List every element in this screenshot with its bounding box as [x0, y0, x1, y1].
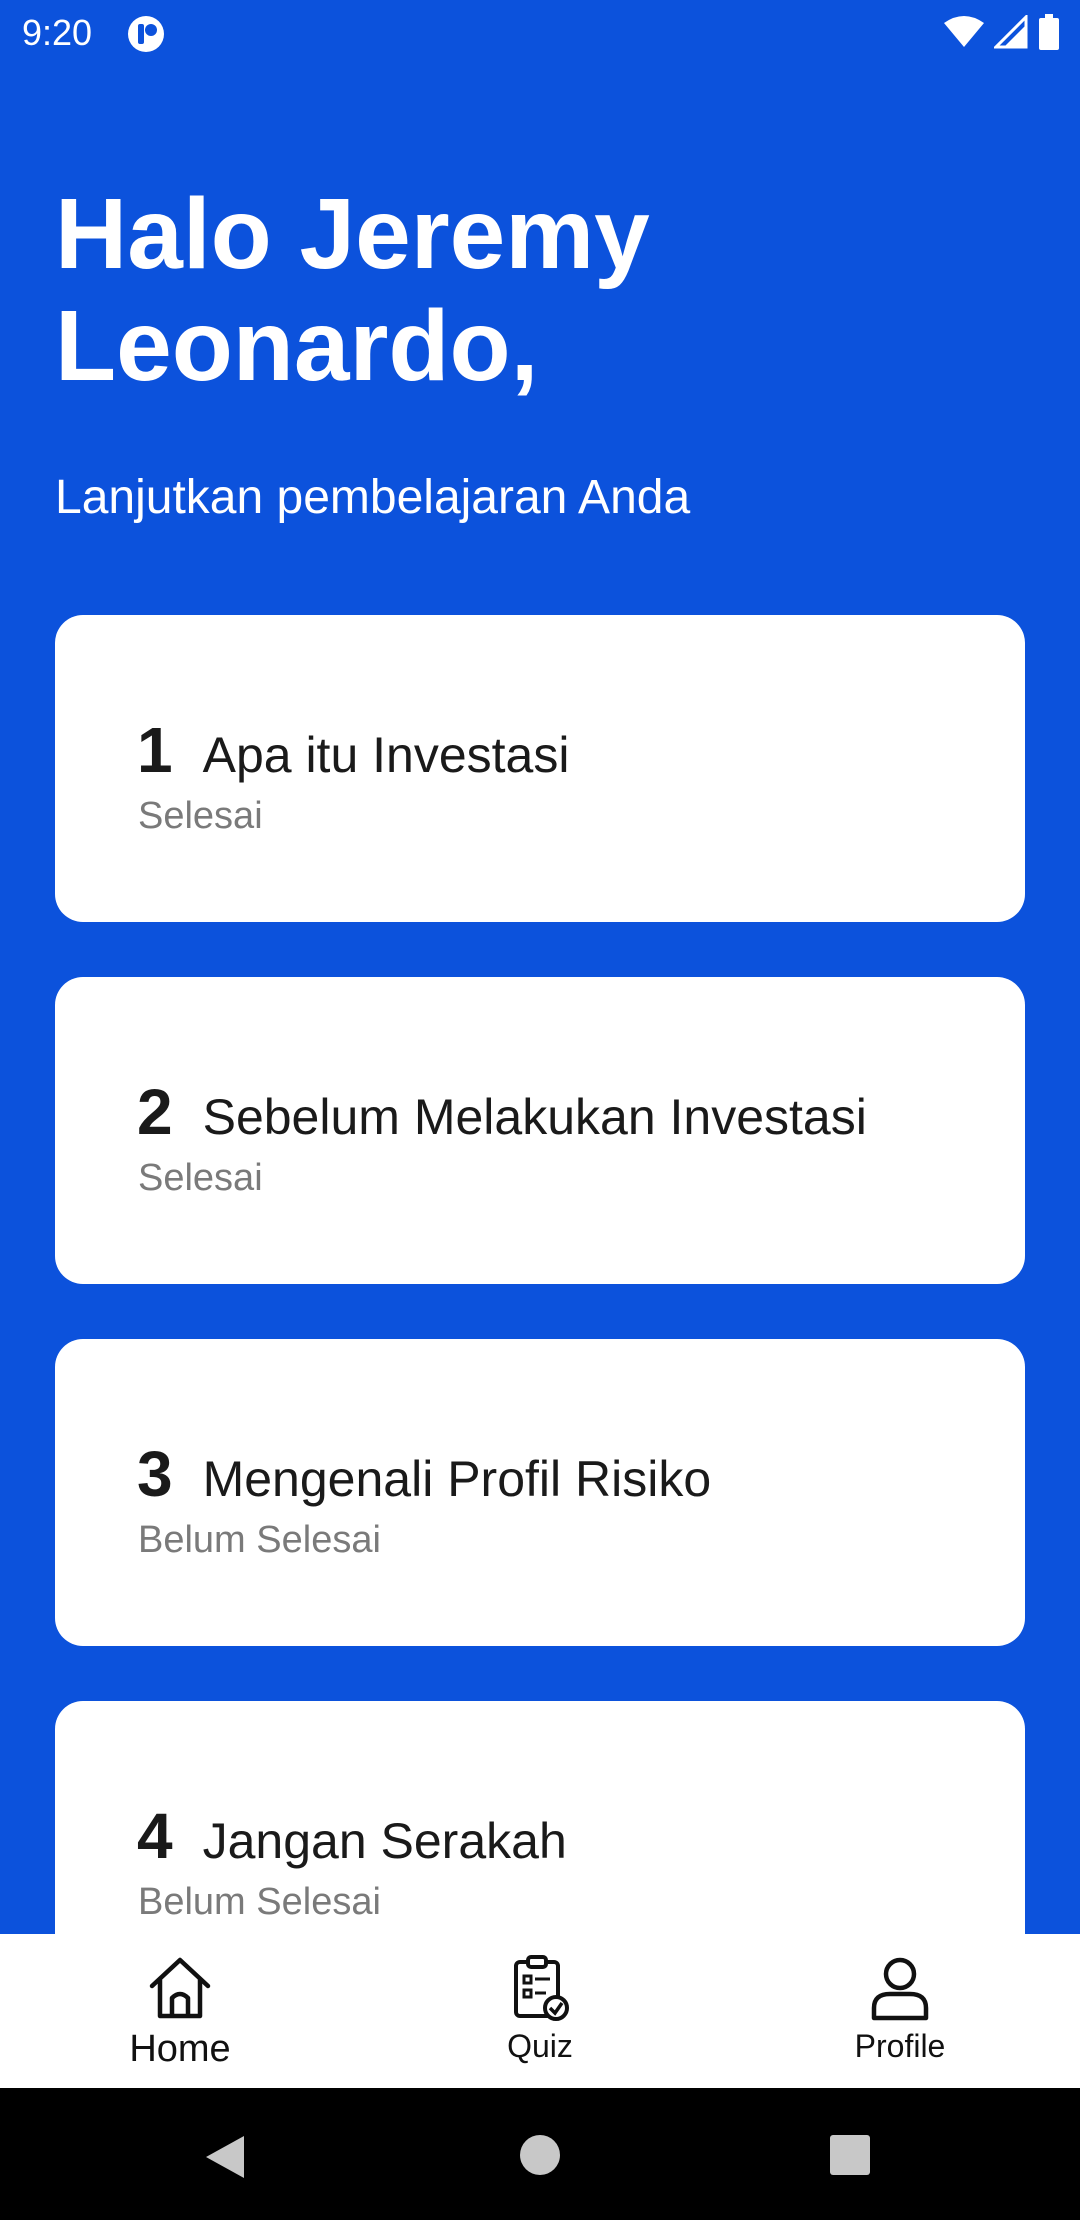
clipboard-check-icon — [504, 1952, 576, 2024]
lesson-card[interactable]: 3 Mengenali Profil Risiko Belum Selesai — [55, 1339, 1025, 1646]
bottom-nav: Home Quiz Profile — [0, 1934, 1080, 2088]
lesson-number: 2 — [137, 1076, 173, 1148]
status-icons — [944, 14, 1060, 50]
recents-icon[interactable] — [829, 2134, 871, 2181]
lesson-header: 2 Sebelum Melakukan Investasi — [137, 1075, 867, 1149]
lesson-header: 4 Jangan Serakah — [137, 1799, 567, 1873]
status-bar: 9:20 — [0, 0, 1080, 66]
lesson-status: Selesai — [138, 1157, 263, 1199]
home-circle-icon[interactable] — [519, 2134, 561, 2181]
lesson-status: Selesai — [138, 795, 263, 837]
greeting-title: Halo Jeremy Leonardo, — [55, 178, 1015, 402]
greeting-line-2: Leonardo, — [55, 290, 539, 402]
lesson-number: 1 — [137, 714, 173, 786]
person-icon — [864, 1952, 936, 2024]
system-nav-bar — [0, 2088, 1080, 2220]
status-time: 9:20 — [22, 12, 93, 53]
battery-icon — [1038, 14, 1060, 50]
lesson-title: Jangan Serakah — [202, 1813, 567, 1869]
lesson-title: Sebelum Melakukan Investasi — [202, 1089, 867, 1145]
lesson-title: Apa itu Investasi — [202, 727, 570, 783]
lesson-title: Mengenali Profil Risiko — [202, 1451, 712, 1507]
lesson-list: 1 Apa itu Investasi Selesai 2 Sebelum Me… — [55, 615, 1025, 2063]
lesson-number: 3 — [137, 1438, 173, 1510]
signal-icon — [994, 15, 1028, 49]
lesson-header: 1 Apa itu Investasi — [137, 713, 569, 787]
subtitle: Lanjutkan pembelajaran Anda — [55, 471, 691, 524]
nav-item-home[interactable]: Home — [0, 1934, 360, 2088]
nav-label-home: Home — [129, 2028, 231, 2070]
lesson-card[interactable]: 1 Apa itu Investasi Selesai — [55, 615, 1025, 922]
home-screen: 9:20 Halo Jeremy Leonardo, Lanjutkan pem… — [0, 0, 1080, 2220]
lesson-status: Belum Selesai — [138, 1881, 381, 1923]
home-icon — [144, 1952, 216, 2024]
wifi-icon — [944, 15, 984, 49]
nav-item-quiz[interactable]: Quiz — [360, 1934, 720, 2088]
nav-label-profile: Profile — [854, 2028, 946, 2064]
lesson-status: Belum Selesai — [138, 1519, 381, 1561]
lesson-number: 4 — [137, 1800, 173, 1872]
app-notification-icon — [126, 14, 166, 54]
greeting-line-1: Halo Jeremy — [55, 178, 650, 290]
back-icon[interactable] — [204, 2134, 246, 2185]
lesson-header: 3 Mengenali Profil Risiko — [137, 1437, 711, 1511]
nav-label-quiz: Quiz — [507, 2028, 573, 2064]
nav-item-profile[interactable]: Profile — [720, 1934, 1080, 2088]
lesson-card[interactable]: 2 Sebelum Melakukan Investasi Selesai — [55, 977, 1025, 1284]
